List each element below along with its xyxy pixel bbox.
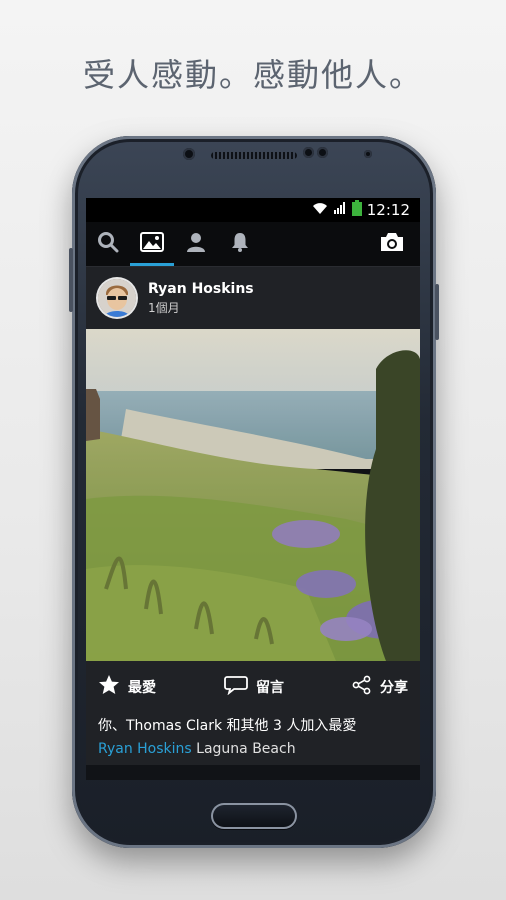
power-button: [435, 284, 439, 340]
feed: Ryan Hoskins 1個月 最愛 留言 分享 你、Thomas Clark…: [86, 267, 420, 765]
volume-button: [69, 248, 73, 312]
top-navbar: [86, 222, 420, 267]
bell-icon: [231, 232, 249, 256]
headline: 受人感動。感動他人。: [82, 56, 423, 94]
tab-notifications[interactable]: [218, 222, 262, 266]
location-line: Ryan Hoskins Laguna Beach: [98, 741, 408, 757]
camera-button[interactable]: [370, 222, 414, 266]
comment-icon: [224, 675, 248, 699]
share-label: 分享: [380, 680, 408, 696]
location-user-link[interactable]: Ryan Hoskins: [98, 741, 192, 757]
status-time: 12:12: [366, 201, 410, 219]
post-header: Ryan Hoskins 1個月: [86, 267, 420, 329]
earpiece-speaker: [211, 152, 297, 159]
location-name[interactable]: Laguna Beach: [196, 741, 295, 757]
share-button[interactable]: 分享: [352, 675, 408, 699]
battery-icon: [351, 200, 362, 220]
status-bar: 12:12: [86, 198, 420, 222]
gallery-icon: [140, 232, 164, 256]
star-icon: [98, 674, 120, 700]
tab-profile[interactable]: [174, 222, 218, 266]
share-icon: [352, 675, 372, 699]
likes-text[interactable]: 你、Thomas Clark 和其他 3 人加入最愛: [98, 715, 408, 735]
front-camera: [183, 148, 195, 160]
search-icon: [97, 231, 119, 257]
home-button[interactable]: [211, 803, 297, 829]
wifi-icon: [312, 201, 328, 219]
phone-frame: 12:12 Ryan Hoskins 1個月 最愛 留言 分享 你、Thomas…: [69, 136, 439, 848]
camera-icon: [379, 231, 405, 257]
post-time: 1個月: [148, 300, 180, 315]
sensor-dot-2: [317, 147, 328, 158]
phone-screen: 12:12 Ryan Hoskins 1個月 最愛 留言 分享 你、Thomas…: [86, 198, 420, 780]
tab-gallery[interactable]: [130, 222, 174, 266]
post-caption: 你、Thomas Clark 和其他 3 人加入最愛 Ryan Hoskins …: [86, 713, 420, 765]
tab-search[interactable]: [86, 222, 130, 266]
like-button[interactable]: 最愛: [98, 674, 156, 700]
author-name[interactable]: Ryan Hoskins: [148, 281, 254, 297]
comment-button[interactable]: 留言: [224, 675, 284, 699]
post-photo[interactable]: [86, 329, 420, 661]
comment-label: 留言: [256, 680, 284, 696]
author-block: Ryan Hoskins 1個月: [148, 281, 254, 316]
avatar[interactable]: [98, 279, 136, 317]
person-icon: [186, 232, 206, 256]
post-actions: 最愛 留言 分享: [86, 661, 420, 713]
sensor-dot: [303, 147, 314, 158]
signal-icon: [333, 201, 347, 219]
like-label: 最愛: [128, 680, 156, 696]
proximity-sensor: [364, 150, 372, 158]
